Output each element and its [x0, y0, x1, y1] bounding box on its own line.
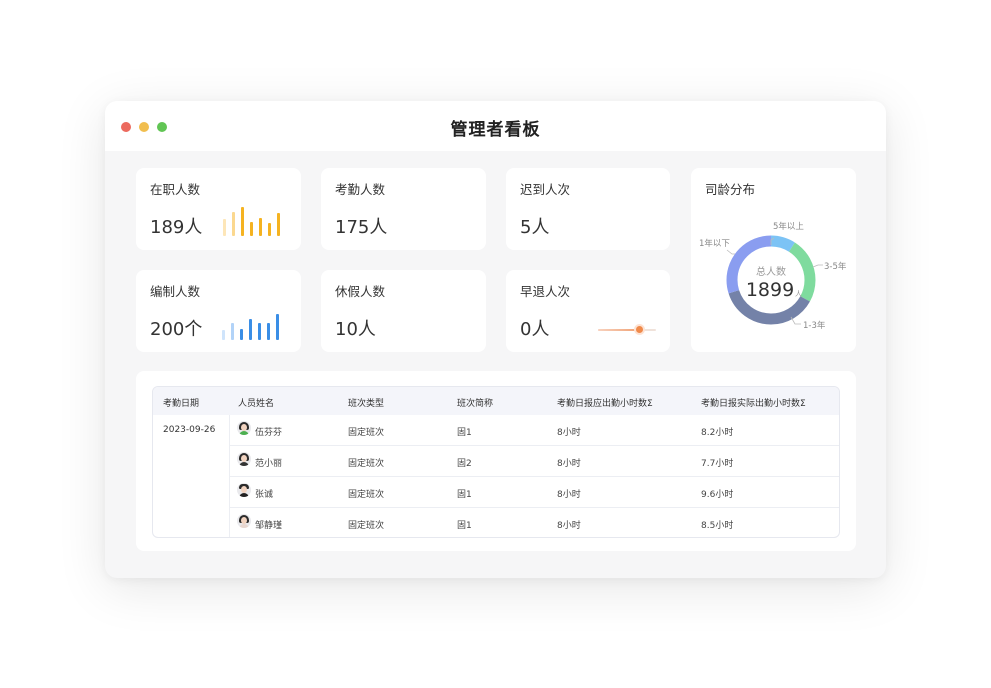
leave-card[interactable]: 休假人数 10人 — [321, 270, 486, 352]
legend-5y-plus: 5年以上 — [773, 221, 804, 232]
headcount-value: 200个 — [150, 319, 203, 340]
tenure-card[interactable]: 司龄分布 总人数 1899 人 5年以上 3-5年 1-3年 1年以下 — [691, 168, 856, 352]
early-leave-slider-thumb[interactable] — [635, 326, 643, 333]
legend-3-5y: 3-5年 — [824, 261, 847, 272]
mini-bar — [223, 219, 226, 236]
planned-hours: 8小时 — [557, 459, 581, 469]
employee-name: 伍芬芬 — [255, 428, 283, 438]
shift-short: 固1 — [457, 428, 472, 438]
mini-bar — [232, 212, 235, 236]
late-value: 5人 — [520, 217, 550, 238]
attendance-value: 175人 — [335, 217, 388, 238]
leader-under-1y — [726, 249, 735, 255]
employees-mini-bar-chart — [223, 204, 280, 236]
early-leave-slider[interactable] — [598, 326, 656, 333]
window-title: 管理者看板 — [450, 120, 541, 140]
shift-short: 固1 — [457, 521, 472, 531]
avatar — [237, 514, 251, 528]
mini-bar — [276, 314, 279, 340]
leave-value: 10人 — [335, 319, 376, 340]
legend-under-1y: 1年以下 — [699, 238, 730, 249]
mini-bar — [277, 213, 280, 236]
leader-3-5y — [812, 264, 823, 268]
actual-hours: 8.5小时 — [701, 521, 734, 531]
header-name[interactable]: 人员姓名 — [238, 396, 274, 409]
actual-hours: 9.6小时 — [701, 490, 734, 500]
attendance-table-panel: 考勤日期 人员姓名 班次类型 班次简称 考勤日报应出勤小时数Σ 考勤日报实际出勤… — [136, 371, 856, 551]
mini-bar — [250, 222, 253, 236]
shift-type: 固定班次 — [348, 428, 385, 438]
headcount-mini-bar-chart — [222, 308, 279, 340]
attendance-table: 考勤日期 人员姓名 班次类型 班次简称 考勤日报应出勤小时数Σ 考勤日报实际出勤… — [152, 386, 840, 538]
planned-hours: 8小时 — [557, 490, 581, 500]
employee-name: 范小丽 — [255, 459, 283, 469]
shift-type: 固定班次 — [348, 459, 385, 469]
mini-bar — [267, 323, 270, 340]
shift-type: 固定班次 — [348, 521, 385, 531]
employee-name: 张诚 — [255, 490, 274, 500]
legend-1-3y: 1-3年 — [803, 320, 826, 331]
shift-short: 固1 — [457, 490, 472, 500]
table-header: 考勤日期 人员姓名 班次类型 班次简称 考勤日报应出勤小时数Σ 考勤日报实际出勤… — [153, 387, 839, 415]
attendance-card[interactable]: 考勤人数 175人 — [321, 168, 486, 250]
headcount-card[interactable]: 编制人数 200个 — [136, 270, 301, 352]
planned-hours: 8小时 — [557, 521, 581, 531]
donut-center-label: 总人数 — [756, 265, 786, 278]
early-leave-card[interactable]: 早退人次 0人 — [506, 270, 670, 352]
table-row[interactable]: 范小丽 固定班次 固2 8小时 7.7小时 — [229, 446, 839, 477]
table-row[interactable]: 邹静瑾 固定班次 固1 8小时 8.5小时 — [229, 508, 839, 537]
actual-hours: 8.2小时 — [701, 428, 734, 438]
table-row[interactable]: 张诚 固定班次 固1 8小时 9.6小时 — [229, 477, 839, 508]
employees-label: 在职人数 — [150, 182, 201, 197]
mini-bar — [259, 218, 262, 236]
late-card[interactable]: 迟到人次 5人 — [506, 168, 670, 250]
title-bar: 管理者看板 — [105, 101, 886, 151]
mini-bar — [222, 330, 225, 340]
leave-label: 休假人数 — [335, 284, 386, 299]
donut-center-unit: 人 — [795, 290, 802, 298]
late-label: 迟到人次 — [520, 182, 571, 197]
table-row[interactable]: 伍芬芬 固定班次 固1 8小时 8.2小时 — [229, 415, 839, 446]
mini-bar — [268, 223, 271, 236]
early-leave-value: 0人 — [520, 319, 550, 340]
early-leave-label: 早退人次 — [520, 284, 571, 299]
employees-value: 189人 — [150, 217, 203, 238]
shift-type: 固定班次 — [348, 490, 385, 500]
mini-bar — [241, 207, 244, 236]
header-date[interactable]: 考勤日期 — [163, 396, 199, 409]
donut-center-value: 1899 — [746, 279, 794, 301]
header-actual-hours[interactable]: 考勤日报实际出勤小时数Σ — [701, 396, 806, 409]
headcount-label: 编制人数 — [150, 284, 201, 299]
avatar — [237, 483, 251, 497]
early-leave-slider-fill — [598, 329, 639, 331]
planned-hours: 8小时 — [557, 428, 581, 438]
mini-bar — [231, 323, 234, 340]
mini-bar — [249, 319, 252, 340]
employee-name: 邹静瑾 — [255, 521, 283, 531]
mini-bar — [240, 329, 243, 340]
header-shift-short[interactable]: 班次简称 — [457, 396, 493, 409]
shift-short: 固2 — [457, 459, 472, 469]
date-cell: 2023-09-26 — [163, 425, 216, 435]
header-planned-hours[interactable]: 考勤日报应出勤小时数Σ — [557, 396, 653, 409]
mini-bar — [258, 323, 261, 340]
tenure-donut-chart: 总人数 1899 人 5年以上 3-5年 1-3年 1年以下 — [699, 221, 847, 331]
dashboard-window: 管理者看板 在职人数 189人 考勤人数 175人 迟到人次 5人 编制人数 2… — [105, 101, 886, 578]
avatar — [237, 421, 251, 435]
actual-hours: 7.7小时 — [701, 459, 734, 469]
attendance-label: 考勤人数 — [335, 182, 386, 197]
header-shift-type[interactable]: 班次类型 — [348, 396, 384, 409]
employees-card[interactable]: 在职人数 189人 — [136, 168, 301, 250]
avatar — [237, 452, 251, 466]
